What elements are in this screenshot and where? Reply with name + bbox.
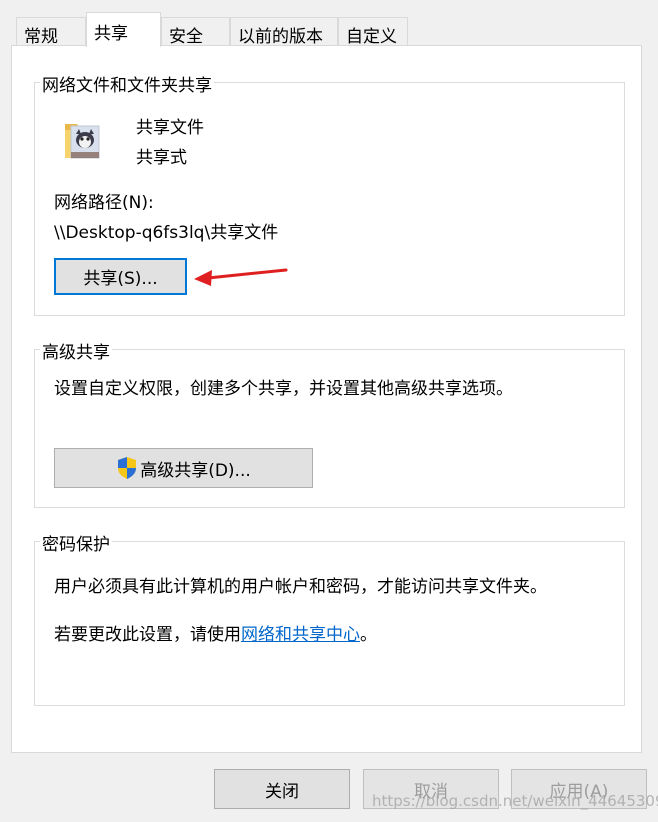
folder-name: 共享文件 (136, 118, 204, 138)
advanced-share-legend: 高级共享 (40, 338, 112, 363)
close-button-label: 关闭 (265, 781, 299, 802)
password-change-prefix: 若要更改此设置，请使用 (54, 625, 241, 645)
tab-general[interactable]: 常规 (16, 17, 86, 47)
tab-customize[interactable]: 自定义 (338, 17, 408, 47)
tab-label: 自定义 (346, 27, 397, 47)
watermark-text: https://blog.csdn.net/weixin_44645309 (372, 792, 658, 810)
close-button[interactable]: 关闭 (214, 769, 350, 809)
password-legend: 密码保护 (40, 530, 112, 555)
tab-label: 常规 (24, 27, 58, 47)
network-path-value: \\Desktop-q6fs3lq\共享文件 (54, 223, 279, 243)
tab-label: 安全 (169, 27, 203, 47)
tab-label: 以前的版本 (238, 27, 323, 47)
network-share-legend: 网络文件和文件夹共享 (40, 71, 214, 96)
tab-label: 共享 (94, 24, 128, 44)
share-button[interactable]: 共享(S)... (54, 258, 187, 295)
share-status: 共享式 (136, 148, 187, 168)
advanced-share-button-label: 高级共享(D)... (140, 460, 251, 481)
advanced-share-button[interactable]: 高级共享(D)... (54, 448, 313, 488)
password-description: 用户必须具有此计算机的用户帐户和密码，才能访问共享文件夹。 (54, 577, 547, 597)
tab-sharing[interactable]: 共享 (86, 12, 161, 47)
uac-shield-icon (116, 456, 138, 480)
network-sharing-center-link[interactable]: 网络和共享中心 (241, 625, 360, 645)
tab-security[interactable]: 安全 (161, 17, 230, 47)
annotation-arrow-icon (190, 264, 290, 288)
advanced-share-description: 设置自定义权限，创建多个共享，并设置其他高级共享选项。 (54, 379, 513, 399)
network-path-label: 网络路径(N): (54, 193, 154, 213)
password-change-line: 若要更改此设置，请使用网络和共享中心。 (54, 620, 377, 645)
tab-previous-versions[interactable]: 以前的版本 (230, 17, 338, 47)
shared-folder-icon (63, 118, 103, 162)
password-change-suffix: 。 (360, 625, 377, 645)
share-button-label: 共享(S)... (83, 269, 158, 289)
